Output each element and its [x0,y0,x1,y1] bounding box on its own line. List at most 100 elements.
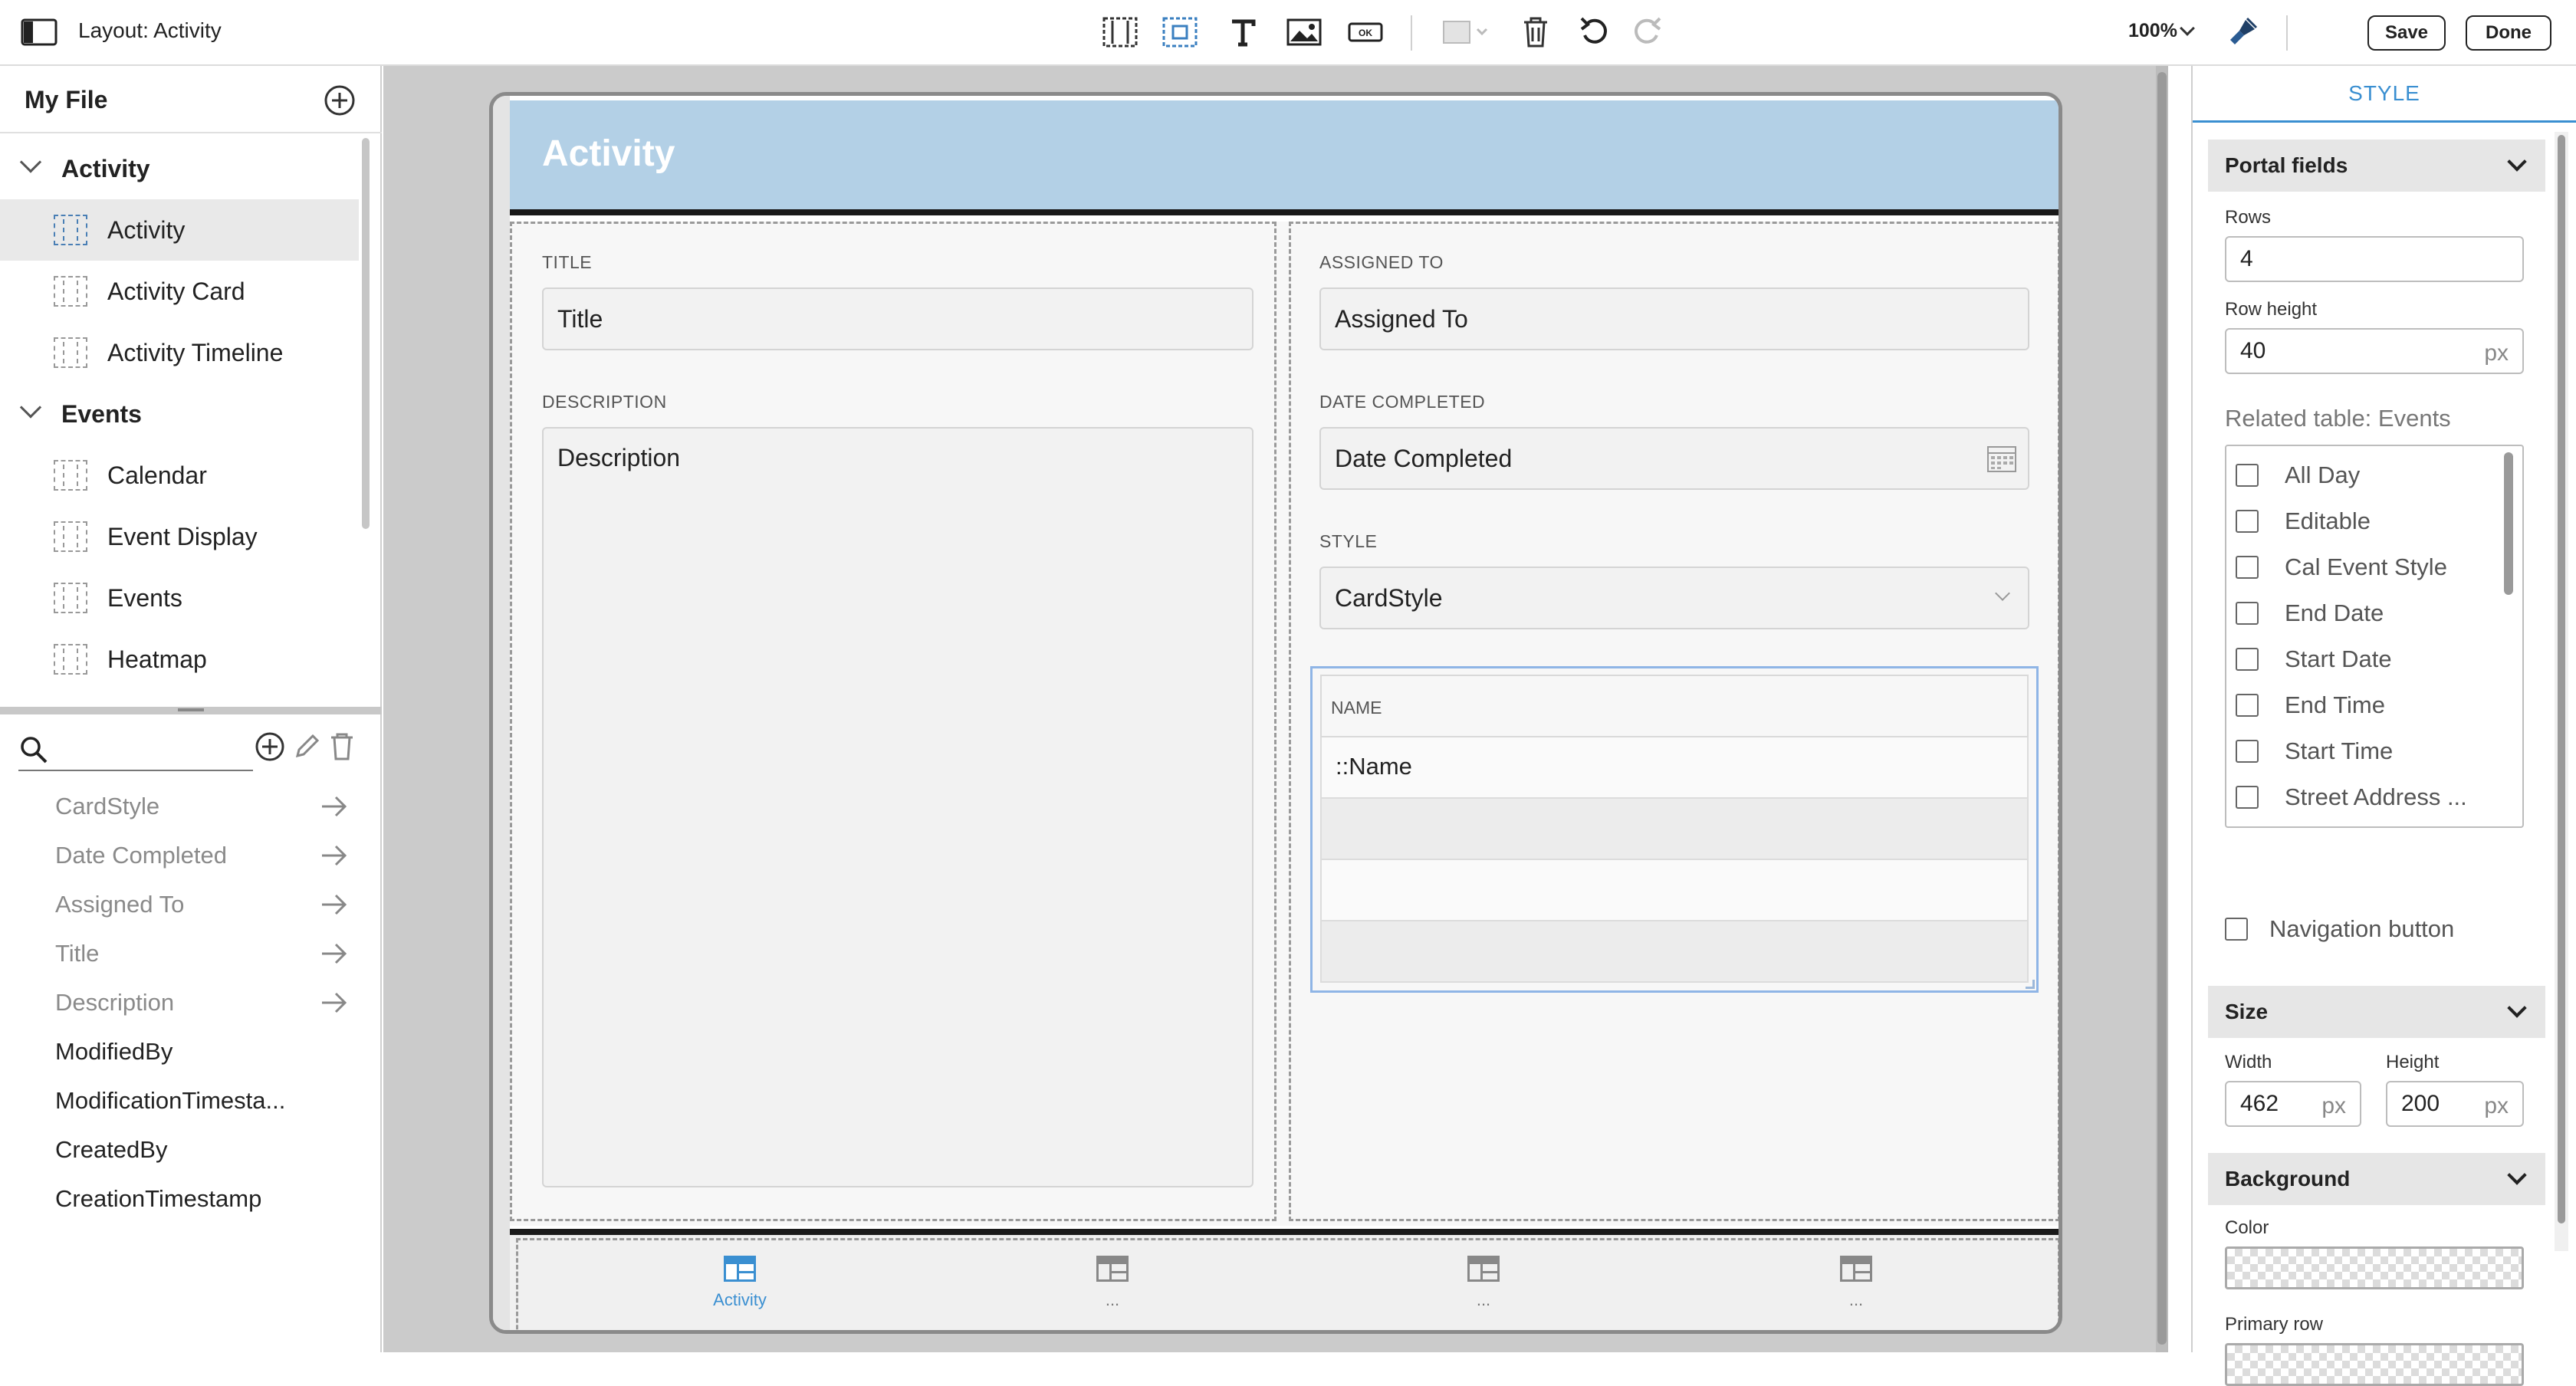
date-completed-field[interactable]: Date Completed [1319,427,2029,490]
image-tool-icon[interactable] [1282,11,1326,54]
related-field-item[interactable]: End Date [2236,590,2384,636]
portal-fields-section[interactable]: Portal fields [2208,140,2545,192]
sidebar-toggle-icon[interactable] [17,11,61,54]
related-field-item[interactable]: Start Date [2236,636,2392,682]
checkbox[interactable] [2225,918,2248,941]
chevron-down-icon[interactable] [2507,1165,2527,1185]
row-height-input[interactable]: 40 px [2225,328,2524,374]
height-label: Height [2386,1052,2440,1072]
layout-list-icon[interactable] [1098,11,1142,54]
resize-handle-icon[interactable] [2026,980,2035,989]
field-item[interactable]: Title [0,929,368,978]
add-layout-icon[interactable] [322,83,357,122]
layout-detail-icon[interactable] [1158,11,1202,54]
style-select[interactable]: CardStyle [1319,567,2029,629]
text-tool-icon[interactable] [1221,11,1265,54]
checkbox[interactable] [2236,510,2259,533]
portal-selected[interactable]: NAME ::Name [1310,666,2039,993]
portal-row[interactable]: ::Name [1320,737,2029,799]
nav-item-activity[interactable]: Activity [694,1255,786,1310]
related-field-item[interactable]: End Time [2236,682,2385,728]
chevron-down-icon[interactable] [19,396,42,419]
field-item[interactable]: Description [0,978,368,1027]
trash-icon[interactable] [1513,11,1558,54]
field-search-input[interactable] [18,727,253,771]
layout-item-activity-card[interactable]: Activity Card [0,261,359,322]
checkbox[interactable] [2236,556,2259,579]
arrow-right-icon [322,943,347,964]
field-item[interactable]: Assigned To [0,880,368,929]
done-button[interactable]: Done [2466,15,2551,51]
inspector-scrollbar[interactable] [2558,135,2565,1223]
redo-icon[interactable] [1624,11,1668,54]
layout-header[interactable]: Activity [510,100,2058,215]
tab-style[interactable]: STYLE [2193,66,2576,123]
add-field-icon[interactable] [253,730,287,767]
fill-color-icon[interactable] [1435,11,1497,54]
calendar-icon[interactable] [1986,444,2017,473]
layout-label: Heatmap [107,645,207,673]
theme-brush-icon[interactable] [2220,11,2265,54]
layout-item-activity[interactable]: Activity [0,199,359,261]
related-fields-list[interactable]: All Day Editable Cal Event Style End Dat… [2225,445,2524,828]
title-field[interactable]: Title [542,287,1254,350]
chevron-down-icon[interactable] [2507,152,2527,172]
layout-item-events[interactable]: Events [0,567,359,629]
height-input[interactable]: 200 px [2386,1081,2524,1127]
chevron-down-icon[interactable] [19,151,42,173]
portal-row[interactable] [1320,799,2029,860]
field-item[interactable]: CardStyle [0,782,368,831]
nav-item[interactable]: ... [1066,1255,1158,1310]
size-section[interactable]: Size [2208,986,2545,1038]
assigned-to-field[interactable]: Assigned To [1319,287,2029,350]
canvas-scrollbar[interactable] [2157,72,2167,1345]
rows-input[interactable]: 4 [2225,236,2524,282]
layout-item-event-display[interactable]: Event Display [0,506,359,567]
chevron-down-icon[interactable] [2507,998,2527,1018]
field-item[interactable]: Date Completed [0,831,368,880]
layout-item-activity-timeline[interactable]: Activity Timeline [0,322,359,383]
primary-row-color-swatch[interactable] [2225,1343,2524,1386]
related-field-item[interactable]: Street Address ... [2236,774,2467,820]
nav-item[interactable]: ... [1438,1255,1530,1310]
checkbox[interactable] [2236,786,2259,809]
group-events[interactable]: Events [0,383,359,445]
related-fields-scrollbar[interactable] [2504,452,2513,595]
zoom-chevron-down-icon[interactable] [2180,21,2195,36]
layout-tab-icon [1096,1256,1129,1282]
field-item[interactable]: ModifiedBy [0,1027,368,1076]
related-field-item[interactable]: Cal Event Style [2236,544,2447,590]
related-field-item[interactable]: Editable [2236,498,2371,544]
group-activity[interactable]: Activity [0,138,359,199]
save-button[interactable]: Save [2367,15,2446,51]
checkbox[interactable] [2236,740,2259,763]
top-toolbar: Layout: Activity OK 100% Save Done [0,0,2576,66]
layout-item-calendar[interactable]: Calendar [0,445,359,506]
tree-scrollbar[interactable] [362,138,370,529]
width-input[interactable]: 462 px [2225,1081,2361,1127]
zoom-select[interactable]: 100% [2128,20,2177,42]
field-item[interactable]: CreatedBy [0,1125,368,1174]
description-field[interactable]: Description [542,427,1254,1187]
related-field-item[interactable]: Start Time [2236,728,2393,774]
checkbox[interactable] [2236,694,2259,717]
field-list: CardStyle Date Completed Assigned To Tit… [0,782,382,1319]
background-section[interactable]: Background [2208,1153,2545,1205]
checkbox[interactable] [2236,464,2259,487]
delete-field-icon[interactable] [328,731,356,766]
checkbox[interactable] [2236,648,2259,671]
undo-icon[interactable] [1573,11,1618,54]
layout-item-heatmap[interactable]: Heatmap [0,629,359,690]
navigation-button-toggle[interactable]: Navigation button [2225,906,2454,952]
portal-row[interactable] [1320,921,2029,983]
background-color-swatch[interactable] [2225,1246,2524,1289]
portal-row[interactable] [1320,860,2029,921]
field-item[interactable]: ModificationTimesta... [0,1076,368,1125]
nav-item[interactable]: ... [1810,1255,1902,1310]
svg-text:OK: OK [1359,28,1372,38]
field-item[interactable]: CreationTimestamp [0,1174,368,1223]
button-tool-icon[interactable]: OK [1343,11,1388,54]
edit-field-icon[interactable] [291,731,322,766]
checkbox[interactable] [2236,602,2259,625]
related-field-item[interactable]: All Day [2236,452,2360,498]
